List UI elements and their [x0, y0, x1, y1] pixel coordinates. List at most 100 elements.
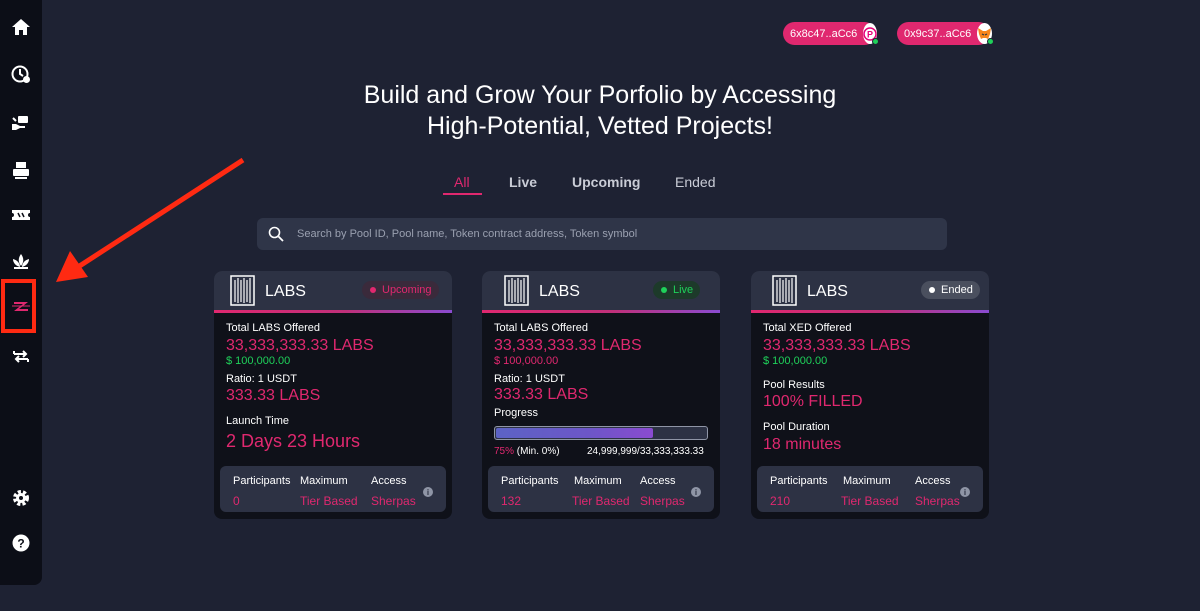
search-input[interactable] — [297, 228, 947, 240]
usd-value: $ 100,000.00 — [494, 355, 559, 367]
pool-card-upcoming[interactable]: LABS Upcoming Total LABS Offered 33,333,… — [214, 271, 452, 519]
progress-fill — [496, 428, 653, 438]
ratio-value: 333.33 LABS — [494, 386, 589, 403]
access-value: Sherpas — [640, 494, 685, 508]
maximum-value: Tier Based — [841, 494, 899, 508]
svg-text:P: P — [867, 29, 873, 39]
pool-results-label: Pool Results — [763, 379, 825, 391]
tab-upcoming[interactable]: Upcoming — [572, 174, 640, 190]
maximum-label: Maximum — [574, 475, 622, 487]
help-icon[interactable]: ? — [7, 529, 35, 557]
project-name: LABS — [539, 283, 580, 300]
headline-line-1: Build and Grow Your Porfolio by Accessin… — [363, 81, 837, 109]
swap-arrows-icon[interactable] — [7, 342, 35, 370]
sidebar: ? — [0, 0, 42, 585]
ticket-icon[interactable] — [7, 201, 35, 229]
clock-badge-icon[interactable] — [7, 60, 35, 88]
active-tab-underline — [443, 193, 482, 195]
participants-label: Participants — [770, 475, 828, 487]
info-icon[interactable]: i — [691, 487, 701, 497]
wallet-address: 6x8c47..aCc6 — [790, 27, 858, 40]
status-badge: Live — [653, 281, 701, 299]
launch-time-label: Launch Time — [226, 415, 289, 427]
offered-label: Total LABS Offered — [226, 322, 320, 334]
access-label: Access — [915, 475, 951, 487]
maximum-label: Maximum — [300, 475, 348, 487]
tab-ended[interactable]: Ended — [675, 174, 715, 190]
progress-percent-row: 75% (Min. 0%) — [494, 446, 560, 457]
pool-filter-tabs: All Live Upcoming Ended — [0, 174, 1200, 198]
hand-money-icon[interactable] — [7, 109, 35, 137]
wallet-button-metamask[interactable]: 0x9c37..aCc6 — [897, 22, 995, 45]
progress-label: Progress — [494, 407, 539, 419]
tab-live[interactable]: Live — [509, 174, 537, 190]
status-label: Live — [673, 284, 694, 296]
status-dot — [370, 287, 376, 293]
access-value: Sherpas — [915, 494, 960, 508]
search-icon — [268, 226, 284, 242]
card-header: LABS Upcoming — [214, 271, 452, 313]
progress-bar — [494, 426, 708, 440]
offered-label: Total LABS Offered — [494, 322, 588, 334]
info-icon[interactable]: i — [423, 487, 433, 497]
connected-dot — [987, 38, 995, 45]
page-headline: Build and Grow Your Porfolio by Accessin… — [300, 80, 900, 142]
offered-value: 33,333,333.33 LABS — [763, 337, 911, 354]
participants-value: 0 — [233, 494, 240, 508]
ratio-value: 333.33 LABS — [226, 387, 321, 404]
pool-duration-value: 18 minutes — [763, 436, 842, 453]
ratio-label: Ratio: 1 USDT — [494, 373, 565, 385]
labs-logo-icon — [504, 275, 529, 306]
participants-value: 132 — [501, 494, 522, 508]
metamask-fox-icon — [977, 23, 995, 45]
access-value: Sherpas — [371, 494, 416, 508]
participants-label: Participants — [501, 475, 559, 487]
offered-value: 33,333,333.33 LABS — [226, 337, 374, 354]
polkadot-icon: P — [863, 23, 880, 45]
wallet-button-polkadot[interactable]: 6x8c47..aCc6 P — [783, 22, 880, 45]
maximum-value: Tier Based — [300, 494, 358, 508]
card-stats: Participants 210 Maximum Tier Based Acce… — [757, 466, 983, 512]
pool-card-live[interactable]: LABS Live Total LABS Offered 33,333,333.… — [482, 271, 720, 519]
card-stats: Participants 0 Maximum Tier Based Access… — [220, 466, 446, 512]
status-badge: Upcoming — [362, 281, 439, 299]
participants-label: Participants — [233, 475, 291, 487]
card-header: LABS Ended — [751, 271, 989, 313]
connected-dot — [872, 38, 880, 45]
usd-value: $ 100,000.00 — [226, 355, 291, 367]
pool-results-value: 100% FILLED — [763, 393, 863, 410]
offered-label: Total XED Offered — [763, 322, 852, 334]
offered-value: 33,333,333.33 LABS — [494, 337, 642, 354]
labs-logo-icon — [772, 275, 797, 306]
search-bar — [257, 218, 947, 250]
labs-logo-icon — [230, 275, 255, 306]
progress-amount: 24,999,999/33,333,333.33 — [587, 446, 704, 457]
access-label: Access — [371, 475, 407, 487]
gear-icon[interactable] — [7, 484, 35, 512]
launch-time-value: 2 Days 23 Hours — [226, 431, 361, 451]
z-logo-icon[interactable] — [7, 292, 35, 320]
progress-percent: 75% — [494, 446, 515, 457]
wallet-address: 0x9c37..aCc6 — [904, 27, 972, 40]
status-dot — [929, 287, 935, 293]
card-stats: Participants 132 Maximum Tier Based Acce… — [488, 466, 714, 512]
progress-min: (Min. 0%) — [516, 446, 560, 457]
tab-all[interactable]: All — [454, 174, 470, 190]
usd-value: $ 100,000.00 — [763, 355, 828, 367]
participants-value: 210 — [770, 494, 791, 508]
home-icon[interactable] — [7, 13, 35, 41]
status-badge: Ended — [921, 281, 980, 299]
status-dot — [661, 287, 667, 293]
access-label: Access — [640, 475, 676, 487]
project-name: LABS — [265, 283, 306, 300]
ratio-label: Ratio: 1 USDT — [226, 373, 297, 385]
status-label: Ended — [941, 284, 973, 296]
pool-card-ended[interactable]: LABS Ended Total XED Offered 33,333,333.… — [751, 271, 989, 519]
card-header: LABS Live — [482, 271, 720, 313]
info-icon[interactable]: i — [960, 487, 970, 497]
headline-line-2: High-Potential, Vetted Projects! — [426, 112, 774, 140]
maximum-label: Maximum — [843, 475, 891, 487]
maximum-value: Tier Based — [572, 494, 630, 508]
lotus-icon[interactable] — [7, 247, 35, 275]
pool-duration-label: Pool Duration — [763, 421, 830, 433]
